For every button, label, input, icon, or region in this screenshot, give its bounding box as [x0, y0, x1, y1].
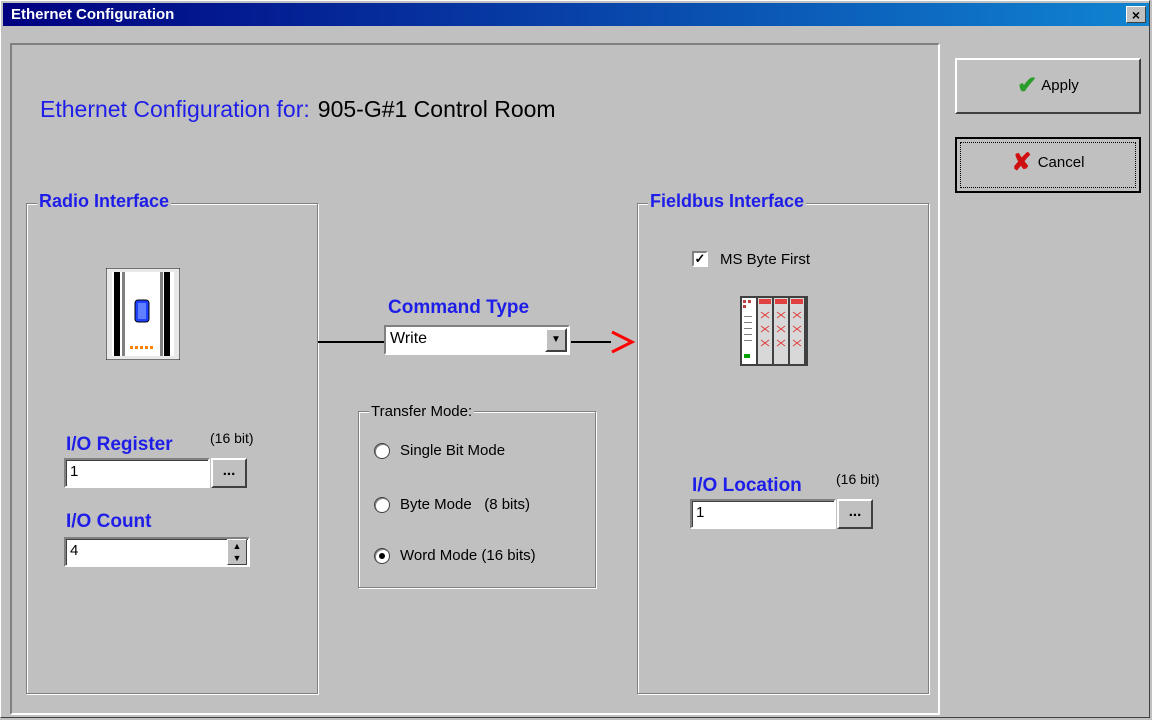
apply-label: Apply	[1041, 77, 1079, 94]
io-register-unit: (16 bit)	[210, 430, 254, 446]
checkmark-icon: ✔	[1017, 72, 1038, 100]
io-location-input[interactable]: 1	[690, 499, 836, 529]
radio-byte[interactable]: Byte Mode (8 bits)	[374, 496, 531, 514]
heading-label: Ethernet Configuration for:	[40, 96, 310, 122]
x-icon: ✘	[1011, 149, 1032, 177]
radio-interface-title: Radio Interface	[37, 191, 172, 212]
dropdown-arrow-icon[interactable]: ▼	[545, 328, 567, 352]
fieldbus-device-icon	[740, 296, 808, 366]
page-title: Ethernet Configuration for: 905-G#1 Contr…	[40, 96, 556, 123]
radio-single-bit-label: Single Bit Mode	[400, 442, 506, 459]
window-title: Ethernet Configuration	[11, 6, 175, 23]
io-location-browse-button[interactable]: ...	[837, 499, 873, 529]
command-type-label: Command Type	[388, 297, 530, 318]
io-register-label: I/O Register	[66, 434, 173, 455]
io-count-input[interactable]: 4	[64, 537, 250, 567]
radio-single-bit-button[interactable]	[374, 443, 390, 460]
radio-device-icon	[105, 267, 181, 361]
radio-word-label: Word Mode (16 bits)	[400, 547, 536, 564]
command-type-select[interactable]: Write ▼	[384, 325, 570, 355]
title-bar: Ethernet Configuration ×	[3, 3, 1149, 26]
io-location-label: I/O Location	[692, 475, 802, 496]
fieldbus-interface-title: Fieldbus Interface	[648, 191, 807, 212]
radio-byte-label: Byte Mode (8 bits)	[400, 496, 531, 513]
fieldbus-interface-group: Fieldbus Interface	[637, 191, 929, 694]
io-count-spinner[interactable]: ▲ ▼	[227, 539, 247, 565]
radio-word-button[interactable]	[374, 548, 390, 565]
command-type-value: Write	[390, 330, 428, 347]
cancel-label: Cancel	[1037, 154, 1085, 171]
arrow-right-icon	[610, 330, 636, 359]
io-register-input[interactable]: 1	[64, 458, 210, 488]
connector-line-right	[571, 341, 611, 343]
ms-byte-first-label: MS Byte First	[720, 251, 811, 268]
ms-byte-first-checkbox[interactable]: ✓	[692, 251, 708, 267]
apply-button[interactable]: ✔ Apply	[955, 58, 1141, 114]
io-count-label: I/O Count	[66, 511, 152, 532]
radio-single-bit[interactable]: Single Bit Mode	[374, 442, 506, 460]
connector-line-left	[318, 341, 384, 343]
close-button[interactable]: ×	[1126, 6, 1146, 23]
radio-byte-button[interactable]	[374, 497, 390, 514]
transfer-mode-title: Transfer Mode:	[369, 403, 475, 420]
cancel-button[interactable]: ✘ Cancel	[955, 137, 1141, 193]
heading-value: 905-G#1 Control Room	[317, 96, 556, 122]
io-register-browse-button[interactable]: ...	[211, 458, 247, 488]
radio-word[interactable]: Word Mode (16 bits)	[374, 547, 536, 565]
io-location-unit: (16 bit)	[836, 471, 880, 487]
